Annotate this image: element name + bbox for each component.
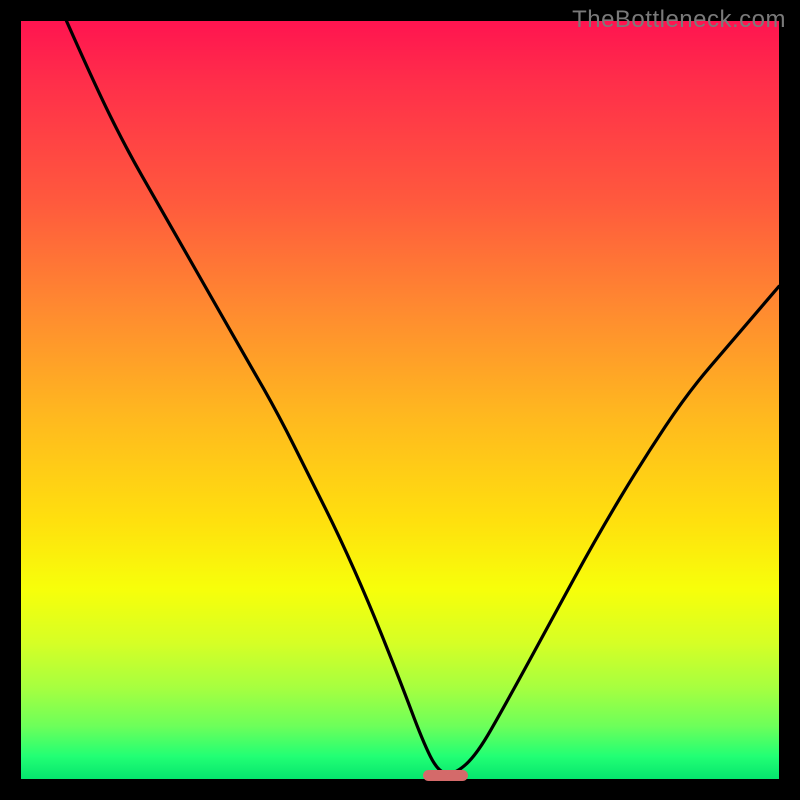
bottleneck-curve <box>21 21 779 779</box>
curve-path <box>67 21 780 774</box>
watermark-text: TheBottleneck.com <box>572 6 786 34</box>
plot-area <box>21 21 779 779</box>
min-marker <box>423 770 468 781</box>
chart-frame: TheBottleneck.com <box>0 0 800 800</box>
